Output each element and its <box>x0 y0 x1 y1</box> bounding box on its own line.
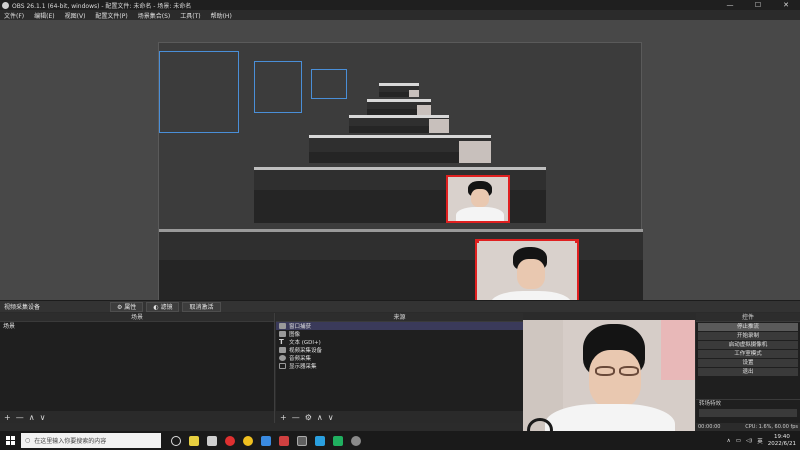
taskbar-app-icon[interactable] <box>243 435 253 446</box>
window-icon <box>279 323 286 329</box>
monitor-icon <box>279 363 286 369</box>
volume-icon[interactable]: ◁) <box>746 438 752 444</box>
move-scene-down-button[interactable]: ∨ <box>40 413 46 422</box>
title-bar: OBS 26.1.1 (64-bit, windows) - 配置文件: 未命名… <box>0 0 800 10</box>
source-item[interactable]: 音频采集 <box>276 354 523 362</box>
source-toolbar: 视频采集设备 ⚙ 属性 ◐ 滤镜 取消激活 <box>0 300 800 312</box>
menu-scene-collection[interactable]: 场景集合(S) <box>138 11 171 20</box>
cpu-fps: CPU: 1.6%, 60.00 fps <box>745 424 798 430</box>
stream-time: 00:00:00 <box>698 424 721 430</box>
transitions-panel: 转场特效 <box>696 399 800 423</box>
scenes-panel: 场景 场景 + — ∧ ∨ <box>0 313 275 423</box>
scenes-header: 场景 <box>0 313 274 322</box>
menu-bar: 文件(F) 编辑(E) 视图(V) 配置文件(P) 场景集合(S) 工具(T) … <box>0 10 800 20</box>
source-settings-button[interactable]: ⚙ <box>305 413 312 422</box>
capture-outline <box>159 51 239 133</box>
input-method[interactable]: 英 <box>757 437 763 445</box>
settings-button[interactable]: 设置 <box>698 359 798 367</box>
source-item[interactable]: 视频采集设备 <box>276 346 523 354</box>
taskbar-date: 2022/6/21 <box>767 440 796 447</box>
sources-panel: 来源 窗口捕获 图像 T 文本 (GDI+) 视频采集设备 音频采集 显示器采集 … <box>276 313 523 423</box>
sources-header: 来源 <box>276 313 523 322</box>
sources-footer: + — ⚙ ∧ ∨ <box>276 411 523 423</box>
move-source-down-button[interactable]: ∨ <box>328 413 334 422</box>
task-view-icon[interactable] <box>171 435 181 446</box>
properties-button[interactable]: ⚙ 属性 <box>110 301 144 312</box>
add-source-button[interactable]: + <box>280 413 287 422</box>
close-button[interactable]: ✕ <box>772 0 800 10</box>
audio-icon <box>279 355 286 361</box>
minimize-button[interactable]: — <box>716 0 744 10</box>
search-icon: ○ <box>25 437 31 444</box>
deactivate-button[interactable]: 取消激活 <box>182 301 221 312</box>
obs-logo-icon <box>2 1 9 9</box>
nested-camera-source <box>446 175 510 223</box>
menu-edit[interactable]: 编辑(E) <box>34 11 54 20</box>
preview-area[interactable] <box>0 20 800 300</box>
taskbar-app-icon[interactable] <box>279 435 289 446</box>
start-virtual-camera-button[interactable]: 启动虚拟摄像机 <box>698 341 798 349</box>
exit-button[interactable]: 退出 <box>698 368 798 376</box>
source-item[interactable]: 图像 <box>276 330 523 338</box>
text-icon: T <box>279 338 284 346</box>
preview-canvas[interactable] <box>158 42 643 300</box>
nested-window <box>379 83 419 97</box>
taskbar-search-placeholder: 在这里输入你要搜索的内容 <box>34 438 107 445</box>
menu-file[interactable]: 文件(F) <box>4 11 24 20</box>
chevron-up-icon[interactable]: ∧ <box>727 438 731 444</box>
selected-source-label: 视频采集设备 <box>4 304 41 311</box>
maximize-button[interactable]: ☐ <box>744 0 772 10</box>
inner-camera-source-selected[interactable] <box>475 239 579 300</box>
studio-mode-button[interactable]: 工作室模式 <box>698 350 798 358</box>
taskbar-app-icon[interactable] <box>225 435 235 446</box>
nested-window <box>309 135 491 163</box>
menu-tools[interactable]: 工具(T) <box>180 11 200 20</box>
remove-source-button[interactable]: — <box>292 413 300 422</box>
capture-outline <box>311 69 347 99</box>
transition-select[interactable] <box>699 409 797 417</box>
taskbar-time: 19:40 <box>773 433 790 440</box>
taskbar: ○ 在这里输入你要搜索的内容 ∧ ▭ ◁) 英 19:40 2022/6/21 <box>0 431 800 450</box>
move-source-up-button[interactable]: ∧ <box>317 413 323 422</box>
taskbar-app-icon[interactable] <box>207 435 217 446</box>
controls-header: 控件 <box>696 313 800 322</box>
nested-window <box>349 115 449 133</box>
taskbar-app-icon[interactable] <box>315 435 325 446</box>
menu-profile[interactable]: 配置文件(P) <box>95 11 127 20</box>
obs-window: OBS 26.1.1 (64-bit, windows) - 配置文件: 未命名… <box>0 0 800 450</box>
stop-streaming-button[interactable]: 停止推流 <box>698 323 798 331</box>
menu-view[interactable]: 视图(V) <box>65 11 86 20</box>
add-scene-button[interactable]: + <box>4 413 11 422</box>
source-item[interactable]: T 文本 (GDI+) <box>276 338 523 347</box>
nested-window <box>367 99 431 115</box>
taskbar-clock[interactable]: 19:40 2022/6/21 <box>768 434 796 448</box>
taskbar-app-icon[interactable] <box>351 435 361 446</box>
start-recording-button[interactable]: 开始录制 <box>698 332 798 340</box>
transitions-header: 转场特效 <box>699 401 722 407</box>
filters-button[interactable]: ◐ 滤镜 <box>146 301 180 312</box>
menu-help[interactable]: 帮助(H) <box>211 11 232 20</box>
camera-icon <box>279 347 286 353</box>
status-bar: 00:00:00 CPU: 1.6%, 60.00 fps <box>696 423 800 431</box>
obs-taskbar-icon[interactable] <box>297 435 307 446</box>
remove-scene-button[interactable]: — <box>16 413 24 422</box>
scene-item[interactable]: 场景 <box>0 322 274 332</box>
window-controls: — ☐ ✕ <box>716 0 800 10</box>
network-icon[interactable]: ▭ <box>736 438 741 444</box>
scenes-footer: + — ∧ ∨ <box>0 411 274 423</box>
window-title: OBS 26.1.1 (64-bit, windows) - 配置文件: 未命名… <box>12 2 192 10</box>
system-tray: ∧ ▭ ◁) 英 19:40 2022/6/21 <box>727 431 796 450</box>
windows-start-icon[interactable] <box>6 436 15 445</box>
taskbar-app-icon[interactable] <box>189 435 199 446</box>
taskbar-search-box[interactable]: ○ 在这里输入你要搜索的内容 <box>21 433 161 448</box>
capture-outline <box>254 61 302 113</box>
taskbar-apps <box>171 435 361 446</box>
taskbar-app-icon[interactable] <box>261 435 271 446</box>
taskbar-app-icon[interactable] <box>333 435 343 446</box>
move-scene-up-button[interactable]: ∧ <box>29 413 35 422</box>
controls-panel: 控件 停止推流 开始录制 启动虚拟摄像机 工作室模式 设置 退出 <box>696 313 800 399</box>
image-icon <box>279 331 286 337</box>
source-item[interactable]: 窗口捕获 <box>276 322 523 330</box>
source-item[interactable]: 显示器采集 <box>276 362 523 370</box>
